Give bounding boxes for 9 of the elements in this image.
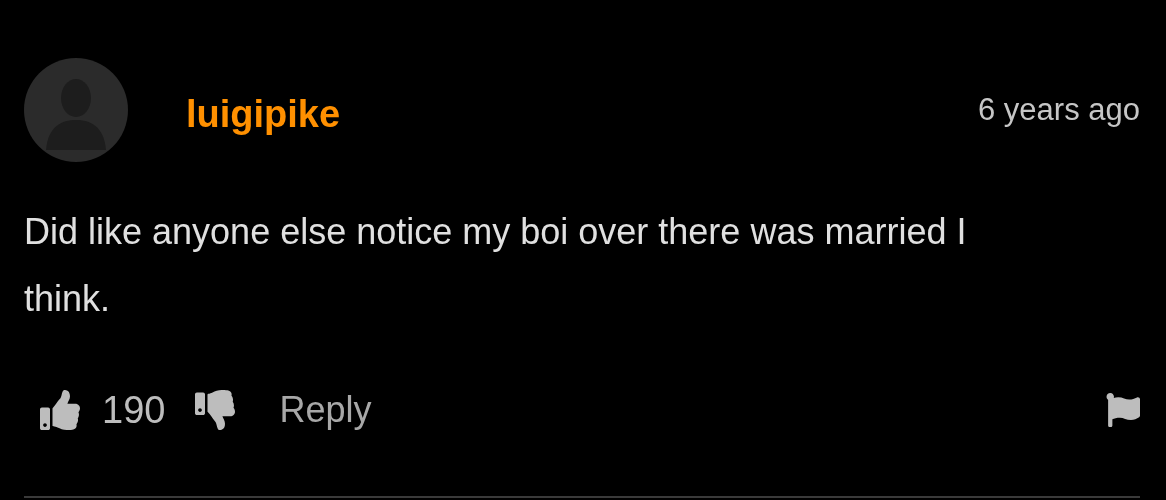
- timestamp: 6 years ago: [978, 92, 1140, 128]
- comment-text: Did like anyone else notice my boi over there was married I think.: [24, 210, 968, 321]
- username[interactable]: luigipike: [186, 92, 341, 136]
- thumbs-up-icon[interactable]: [40, 390, 80, 430]
- thumbs-down-icon[interactable]: [195, 390, 236, 430]
- like-count: 190: [102, 388, 166, 432]
- reply-button[interactable]: Reply: [279, 389, 372, 431]
- avatar-icon: [24, 58, 128, 162]
- flag-icon[interactable]: [1106, 393, 1140, 427]
